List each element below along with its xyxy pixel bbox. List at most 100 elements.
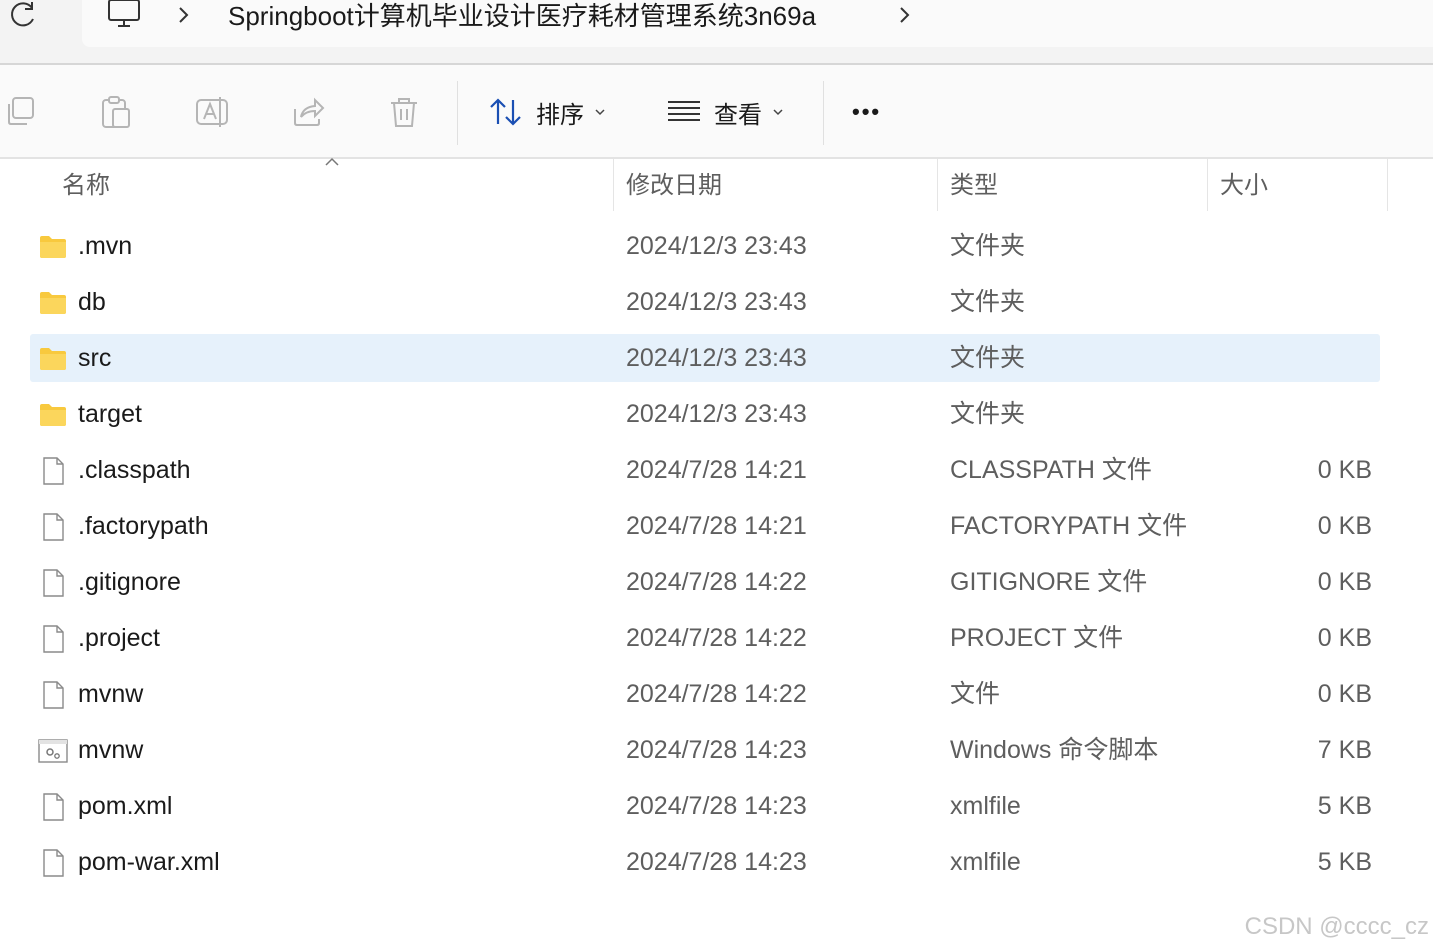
chevron-down-icon <box>773 109 783 116</box>
file-name: .classpath <box>78 456 191 484</box>
file-type: GITIGNORE 文件 <box>950 568 1148 596</box>
share-icon[interactable] <box>291 95 325 129</box>
file-size: 7 KB <box>1317 736 1372 764</box>
file-row[interactable]: .mvn 2024/12/3 23:43 文件夹 <box>30 222 1380 270</box>
file-row[interactable]: .project 2024/7/28 14:22 PROJECT 文件 0 KB <box>30 614 1380 662</box>
file-name: mvnw <box>78 736 144 764</box>
file-name: pom-war.xml <box>78 848 220 876</box>
more-options-button[interactable]: ••• <box>852 89 881 135</box>
file-name: .gitignore <box>78 568 181 596</box>
breadcrumb-chevron-icon[interactable] <box>895 2 915 28</box>
column-resize-handle[interactable] <box>613 159 614 211</box>
column-resize-handle[interactable] <box>937 159 938 211</box>
file-modified-date: 2024/7/28 14:21 <box>626 456 807 484</box>
view-button[interactable]: 查看 <box>666 89 784 135</box>
folder-icon <box>38 288 68 318</box>
script-icon <box>38 736 68 766</box>
file-name: .mvn <box>78 232 133 260</box>
file-size: 5 KB <box>1317 848 1372 876</box>
folder-icon <box>38 232 68 262</box>
file-name: target <box>78 400 142 428</box>
file-row[interactable]: mvnw 2024/7/28 14:23 Windows 命令脚本 7 KB <box>30 726 1380 774</box>
file-name: mvnw <box>78 680 144 708</box>
file-modified-date: 2024/7/28 14:22 <box>626 680 807 708</box>
command-bar: 排序 查看 ••• <box>0 65 1433 157</box>
file-row[interactable]: pom.xml 2024/7/28 14:23 xmlfile 5 KB <box>30 782 1380 830</box>
column-header-type[interactable]: 类型 <box>950 159 998 211</box>
this-pc-icon[interactable] <box>106 0 142 30</box>
file-type: 文件夹 <box>950 232 1026 260</box>
file-size: 0 KB <box>1317 512 1372 540</box>
folder-icon <box>38 400 68 430</box>
column-resize-handle[interactable] <box>1387 159 1388 211</box>
file-modified-date: 2024/12/3 23:43 <box>626 400 807 428</box>
chevron-down-icon <box>595 109 605 116</box>
file-modified-date: 2024/12/3 23:43 <box>626 288 807 316</box>
column-resize-handle[interactable] <box>1207 159 1208 211</box>
file-icon <box>38 568 68 598</box>
file-row[interactable]: mvnw 2024/7/28 14:22 文件 0 KB <box>30 670 1380 718</box>
file-type: 文件夹 <box>950 288 1026 316</box>
breadcrumb-current-folder[interactable]: Springboot计算机毕业设计医疗耗材管理系统3n69a <box>228 0 816 32</box>
file-type: PROJECT 文件 <box>950 624 1124 652</box>
sort-button[interactable]: 排序 <box>488 89 606 135</box>
file-icon <box>38 680 68 710</box>
view-list-icon <box>668 101 700 121</box>
watermark: CSDN @cccc_cz <box>1244 913 1429 940</box>
rename-icon[interactable] <box>195 95 229 129</box>
file-type: 文件夹 <box>950 344 1026 372</box>
file-name: pom.xml <box>78 792 173 820</box>
file-row[interactable]: src 2024/12/3 23:43 文件夹 <box>30 334 1380 382</box>
folder-icon <box>38 344 68 374</box>
column-header-date[interactable]: 修改日期 <box>626 159 722 211</box>
file-modified-date: 2024/12/3 23:43 <box>626 232 807 260</box>
file-modified-date: 2024/7/28 14:23 <box>626 848 807 876</box>
more-icon: ••• <box>852 99 882 124</box>
file-size: 0 KB <box>1317 568 1372 596</box>
file-size: 0 KB <box>1317 456 1372 484</box>
column-header-name[interactable]: 名称 <box>62 159 110 211</box>
view-label: 查看 <box>714 101 762 129</box>
file-type: FACTORYPATH 文件 <box>950 512 1188 540</box>
refresh-icon[interactable] <box>8 0 38 30</box>
file-modified-date: 2024/7/28 14:22 <box>626 568 807 596</box>
file-modified-date: 2024/7/28 14:22 <box>626 624 807 652</box>
file-icon <box>38 512 68 542</box>
file-type: xmlfile <box>950 848 1021 876</box>
file-size: 5 KB <box>1317 792 1372 820</box>
file-type: xmlfile <box>950 792 1021 820</box>
file-size: 0 KB <box>1317 680 1372 708</box>
file-row[interactable]: .gitignore 2024/7/28 14:22 GITIGNORE 文件 0 K… <box>30 558 1380 606</box>
sort-icon <box>490 98 521 126</box>
file-icon <box>38 624 68 654</box>
file-modified-date: 2024/7/28 14:23 <box>626 792 807 820</box>
toolbar-divider <box>457 81 458 145</box>
file-name: .project <box>78 624 160 652</box>
file-type: CLASSPATH 文件 <box>950 456 1152 484</box>
paste-icon[interactable] <box>99 95 133 129</box>
file-row[interactable]: .classpath 2024/7/28 14:21 CLASSPATH 文件 0 K… <box>30 446 1380 494</box>
file-modified-date: 2024/12/3 23:43 <box>626 344 807 372</box>
file-type: 文件 <box>950 680 1001 708</box>
file-type: Windows 命令脚本 <box>950 736 1159 764</box>
file-row[interactable]: .factorypath 2024/7/28 14:21 FACTORYPATH 文… <box>30 502 1380 550</box>
file-row[interactable]: db 2024/12/3 23:43 文件夹 <box>30 278 1380 326</box>
file-name: db <box>78 288 106 316</box>
file-icon <box>38 792 68 822</box>
file-row[interactable]: target 2024/12/3 23:43 文件夹 <box>30 390 1380 438</box>
column-header-size[interactable]: 大小 <box>1220 159 1268 211</box>
file-size: 0 KB <box>1317 624 1372 652</box>
file-icon <box>38 848 68 878</box>
address-bar-row: Springboot计算机毕业设计医疗耗材管理系统3n69a <box>0 0 1433 65</box>
file-type: 文件夹 <box>950 400 1026 428</box>
file-row[interactable]: pom-war.xml 2024/7/28 14:23 xmlfile 5 KB <box>30 838 1380 886</box>
file-name: .factorypath <box>78 512 209 540</box>
copy-icon[interactable] <box>4 95 38 129</box>
file-modified-date: 2024/7/28 14:21 <box>626 512 807 540</box>
breadcrumb-chevron-icon[interactable] <box>174 2 194 28</box>
file-name: src <box>78 344 112 372</box>
column-header: 名称 修改日期 类型 大小 <box>0 159 1433 211</box>
toolbar-divider <box>823 81 824 145</box>
delete-icon[interactable] <box>387 95 421 129</box>
file-modified-date: 2024/7/28 14:23 <box>626 736 807 764</box>
